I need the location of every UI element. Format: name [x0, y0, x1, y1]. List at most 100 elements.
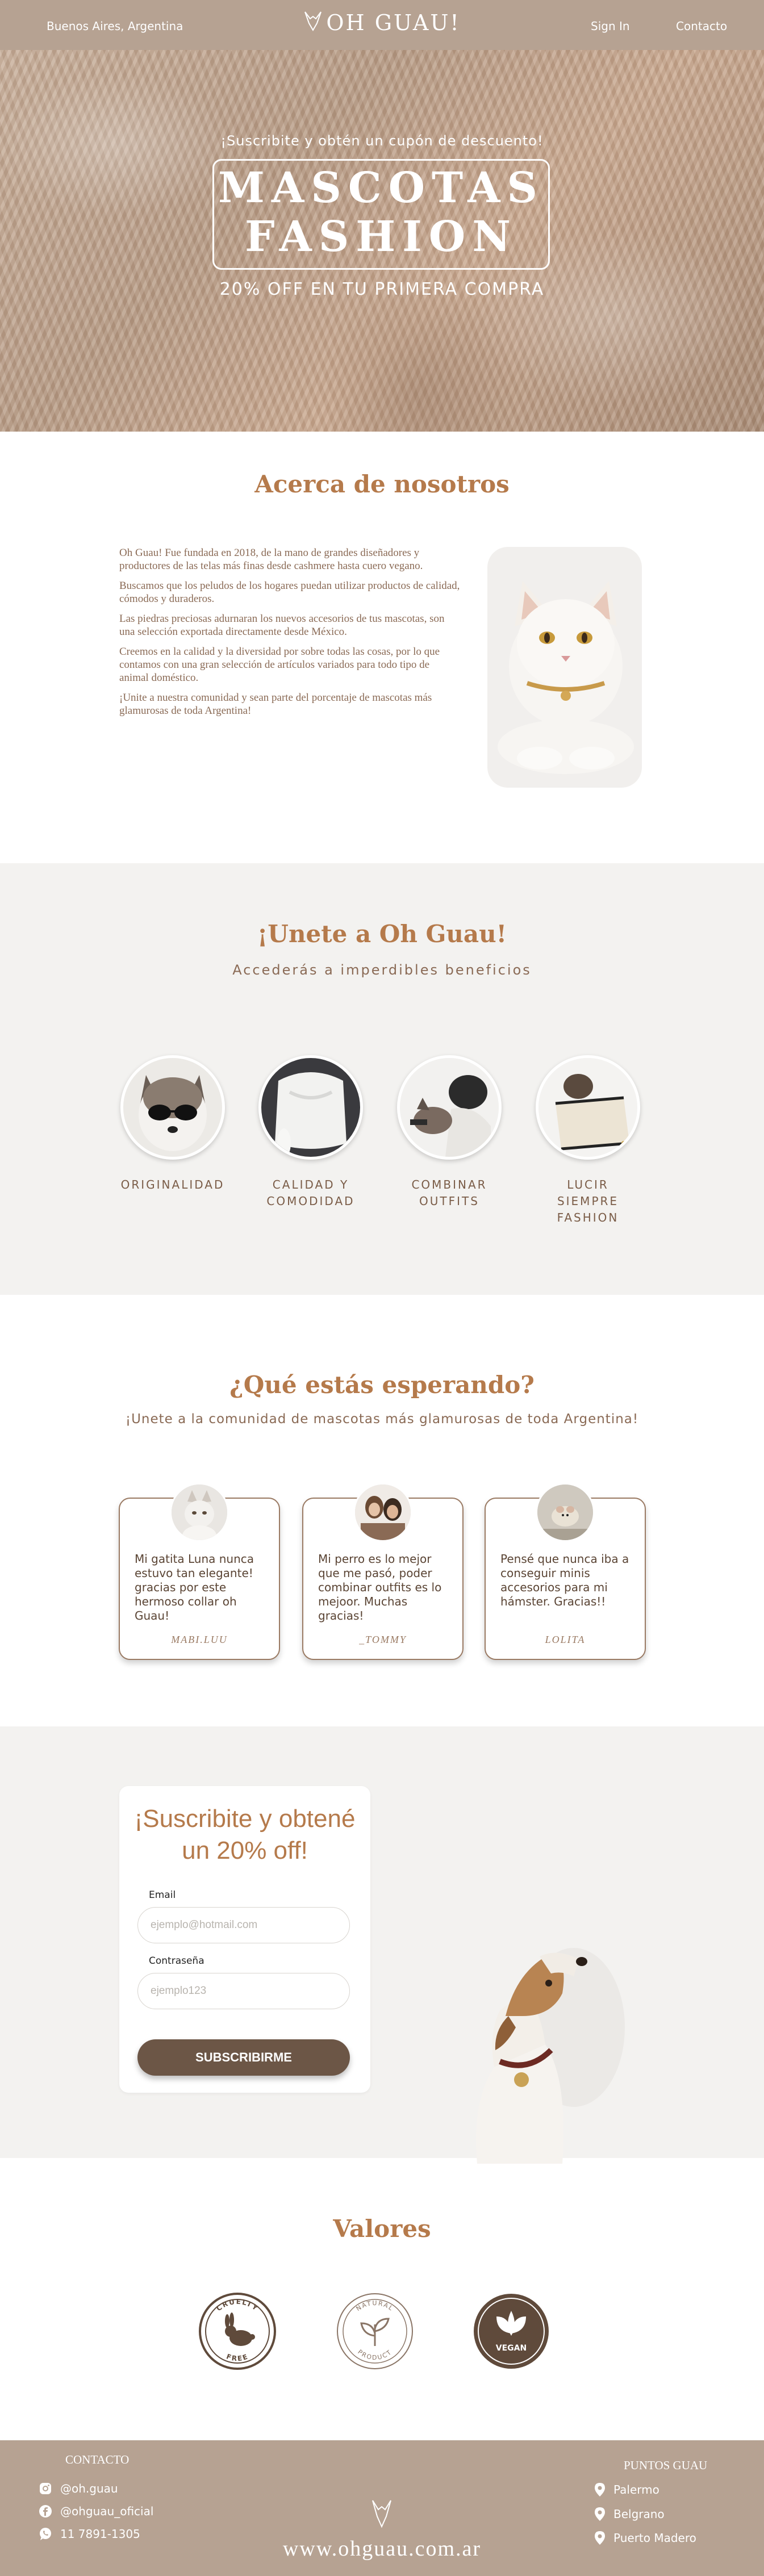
benefit-originalidad: ORIGINALIDAD — [119, 1055, 227, 1193]
dog-photo — [454, 1931, 642, 2164]
about-paragraph: Oh Guau! Fue fundada en 2018, de la mano… — [119, 547, 423, 572]
benefit-combinar: COMBINAR OUTFITS — [395, 1055, 503, 1210]
testimonial-quote: Mi gatita Luna nunca estuvo tan elegante… — [135, 1552, 254, 1622]
benefit-label-line2: FASHION — [557, 1211, 619, 1224]
subscribe-form: ¡Suscribite y obtené un 20% off! Email C… — [119, 1786, 370, 2093]
testimonial-author: LOLITA — [545, 1634, 586, 1645]
hero-title: MASCOTAS FASHION — [212, 164, 550, 261]
store-item: Puerto Madero — [594, 2531, 696, 2545]
benefit-label-line1: CALIDAD Y — [272, 1178, 349, 1191]
map-pin-icon — [595, 2531, 605, 2545]
svg-text:NATURAL: NATURAL — [355, 2299, 395, 2312]
svg-text:FREE: FREE — [226, 2352, 250, 2362]
testimonial-card: Mi gatita Luna nunca estuvo tan elegante… — [119, 1483, 280, 1660]
testimonial-quote: Mi perro es lo mejor que me pasó, poder … — [318, 1552, 442, 1622]
brand-name: OH GUAU! — [326, 10, 461, 35]
hero-title-line1: MASCOTAS — [218, 164, 544, 212]
avatar — [353, 1483, 412, 1542]
hero-title-line2: FASHION — [245, 212, 517, 261]
leaf-icon — [360, 2318, 390, 2346]
subscribe-button[interactable]: SUBSCRIBIRME — [137, 2039, 350, 2076]
hero-banner: ¡Suscribite y obtén un cupón de descuent… — [0, 50, 764, 432]
vegan-badge: VEGAN — [471, 2291, 551, 2371]
instagram-icon — [40, 2483, 51, 2494]
subscribe-section — [0, 1726, 764, 2158]
vegan-label: VEGAN — [496, 2344, 527, 2353]
svg-text:CRUELTY: CRUELTY — [215, 2298, 260, 2312]
email-label: Email — [149, 1889, 176, 1901]
about-paragraph: ¡Unite a nuestra comunidad y sean parte … — [119, 692, 432, 717]
benefit-label: ORIGINALIDAD — [119, 1177, 227, 1193]
badge-top-text: CRUELTY — [215, 2298, 259, 2312]
instagram-link[interactable]: @oh.guau — [39, 2482, 118, 2495]
natural-product-badge: NATURAL PRODUCT — [335, 2291, 415, 2371]
benefit-label: COMBINAR OUTFITS — [395, 1177, 503, 1210]
about-title: Acerca de nosotros — [254, 470, 510, 498]
testimonial-author: _TOMMY — [359, 1634, 407, 1645]
contact-heading: CONTACTO — [65, 2453, 130, 2466]
avatar — [536, 1483, 595, 1542]
benefit-label-line2: COMODIDAD — [266, 1194, 355, 1208]
brand-logo[interactable]: OH GUAU! — [0, 10, 764, 35]
facebook-link[interactable]: @ohguau_oficial — [39, 2504, 153, 2518]
rabbit-icon — [225, 2312, 255, 2346]
about-paragraph: Creemos en la calidad y la diversidad po… — [119, 646, 440, 684]
cat-photo — [487, 547, 642, 788]
about-paragraph: Las piedras preciosas adurnaran los nuev… — [119, 613, 445, 638]
dog-logo-icon — [304, 11, 322, 31]
password-field[interactable] — [137, 1973, 350, 2009]
contact-link[interactable]: Contacto — [676, 19, 727, 33]
join-title: ¡Unete a Oh Guau! — [257, 920, 507, 948]
testimonials-title: ¿Qué estás esperando? — [229, 1371, 535, 1399]
dog-logo-icon — [372, 2500, 391, 2528]
instagram-handle: @oh.guau — [60, 2482, 118, 2495]
email-field[interactable] — [137, 1907, 350, 1943]
subscribe-title: ¡Suscribite y obtené un 20% off! — [119, 1803, 370, 1867]
facebook-handle: @ohguau_oficial — [60, 2504, 154, 2518]
testimonial-card: Pensé que nunca iba a conseguir minis ac… — [485, 1483, 646, 1660]
store-item: Belgrano — [594, 2507, 665, 2521]
password-label: Contraseña — [149, 1955, 204, 1967]
benefit-photo — [397, 1055, 502, 1160]
avatar — [170, 1483, 229, 1542]
values-title: Valores — [333, 2215, 431, 2243]
testimonial-author: MABI.LUU — [171, 1634, 228, 1645]
benefit-label: CALIDAD Y COMODIDAD — [257, 1177, 365, 1210]
benefit-label-line1: LUCIR SIEMPRE — [557, 1178, 619, 1208]
testimonials-subtitle: ¡Unete a la comunidad de mascotas más gl… — [125, 1412, 639, 1427]
benefit-photo — [258, 1055, 363, 1160]
benefit-calidad: CALIDAD Y COMODIDAD — [257, 1055, 365, 1210]
map-pin-icon — [595, 2507, 605, 2521]
svg-text:PRODUCT: PRODUCT — [356, 2348, 393, 2361]
site-header: Buenos Aires, Argentina OH GUAU! Sign In… — [0, 0, 764, 50]
testimonial-quote: Pensé que nunca iba a conseguir minis ac… — [500, 1552, 629, 1608]
sign-in-link[interactable]: Sign In — [591, 19, 630, 33]
benefit-label-line2: OUTFITS — [419, 1194, 479, 1208]
about-text: Oh Guau! Fue fundada en 2018, de la mano… — [119, 546, 460, 724]
hero-tagline: ¡Suscribite y obtén un cupón de descuent… — [220, 133, 544, 149]
subscribe-title-line1: ¡Suscribite y obtené — [134, 1805, 356, 1833]
store-name: Belgrano — [613, 2507, 665, 2521]
facebook-icon — [39, 2505, 52, 2518]
benefit-lucir: LUCIR SIEMPRE FASHION — [534, 1055, 642, 1226]
cruelty-free-badge: CRUELTY FREE — [198, 2291, 277, 2371]
badge-top-text: NATURAL — [355, 2299, 394, 2312]
benefit-label: LUCIR SIEMPRE FASHION — [534, 1177, 642, 1226]
benefit-photo — [120, 1055, 225, 1160]
badge-bottom-text: FREE — [226, 2352, 249, 2362]
benefit-label-line1: ORIGINALIDAD — [120, 1178, 225, 1191]
subscribe-title-line2: un 20% off! — [182, 1837, 308, 1864]
badge-bottom-text: PRODUCT — [356, 2348, 392, 2361]
hero-offer: 20% OFF EN TU PRIMERA COMPRA — [219, 279, 545, 299]
store-item: Palermo — [594, 2482, 659, 2497]
stores-heading: PUNTOS GUAU — [624, 2458, 708, 2472]
store-name: Palermo — [613, 2483, 659, 2496]
store-name: Puerto Madero — [613, 2531, 696, 2545]
benefit-photo — [536, 1055, 640, 1160]
benefit-label-line1: COMBINAR — [411, 1178, 487, 1191]
about-paragraph: Buscamos que los peludos de los hogares … — [119, 580, 460, 605]
map-pin-icon — [595, 2483, 605, 2496]
site-footer: CONTACTO @oh.guau @ohguau_oficial 11 789… — [0, 2440, 764, 2576]
testimonial-card: Mi perro es lo mejor que me pasó, poder … — [302, 1483, 464, 1660]
join-subtitle: Accederás a imperdibles beneficios — [232, 962, 532, 978]
